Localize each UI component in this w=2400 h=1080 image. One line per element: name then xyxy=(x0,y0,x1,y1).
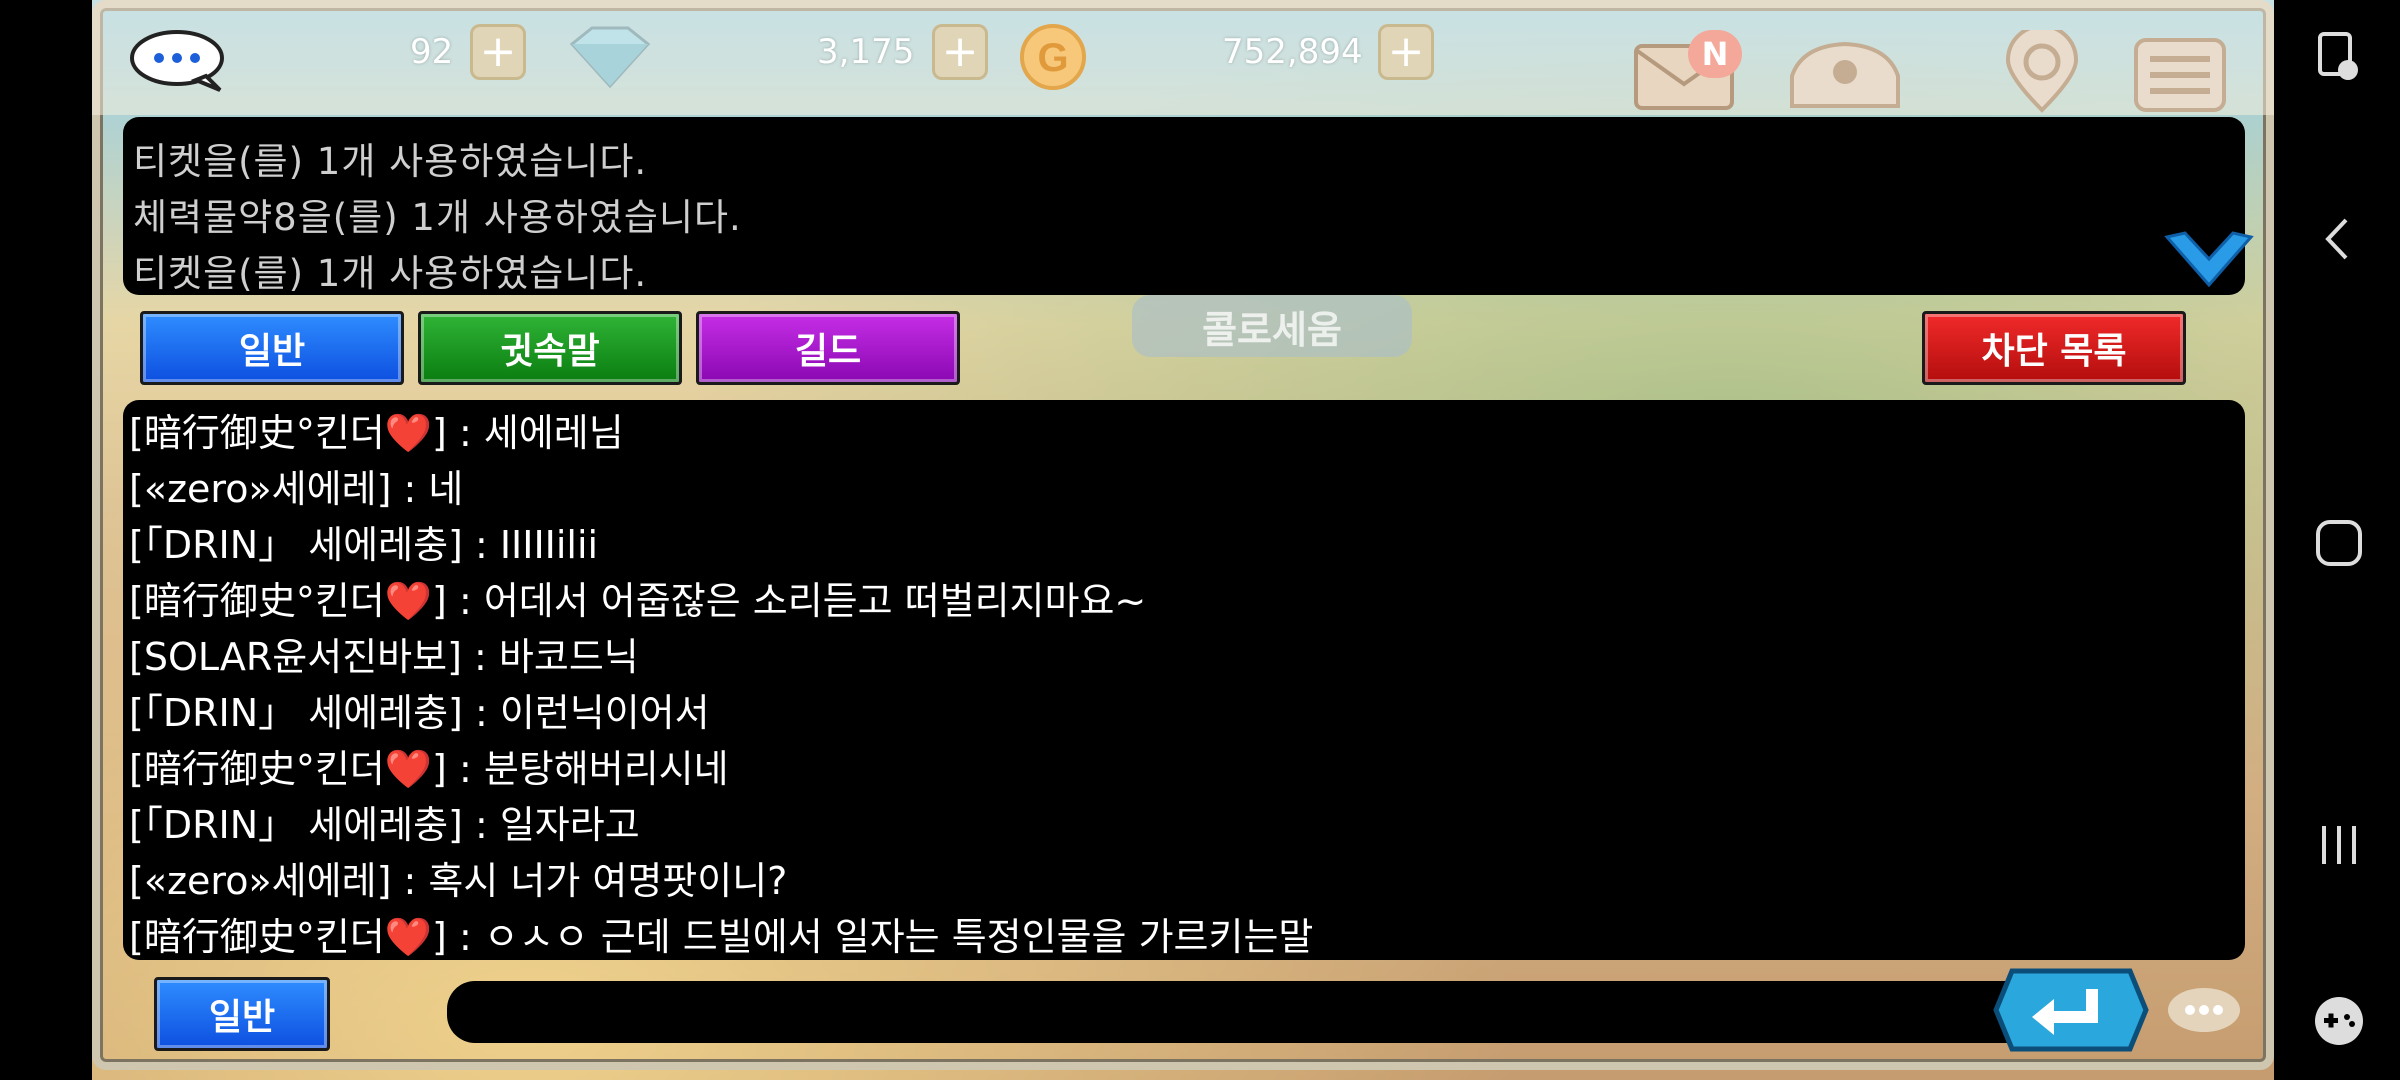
chat-input[interactable] xyxy=(447,981,2137,1043)
chat-sender[interactable]: [「DRIN」 세에레충] xyxy=(129,691,463,735)
chat-sender[interactable]: [«zero»세에레] xyxy=(129,859,391,903)
chat-message: [«zero»세에레] : 네 xyxy=(129,458,463,513)
system-message: 티켓을(를) 1개 사용하였습니다. xyxy=(133,140,648,183)
menu-icon[interactable] xyxy=(2132,36,2228,114)
chat-log[interactable]: [暗行御史°킨더❤️] : 세에레님 [«zero»세에레] : 네 [「DRI… xyxy=(123,400,2245,960)
map-icon[interactable] xyxy=(1994,30,2090,114)
chat-message: [暗行御史°킨더❤️] : ㅇㅅㅇ 근데 드빌에서 일자는 특정인물을 가르키는… xyxy=(129,906,1313,961)
chat-sender[interactable]: [「DRIN」 세에레충] xyxy=(129,523,463,567)
system-message: 티켓을(를) 1개 사용하였습니다. xyxy=(133,252,648,295)
tab-guild[interactable]: 길드 xyxy=(696,311,960,385)
chat-sender[interactable]: [暗行御史°킨더❤️] xyxy=(129,747,447,791)
back-icon[interactable] xyxy=(2312,212,2366,266)
game-screen: 92 + 3,175 + G 752,894 + N 티켓을(를) 1개 사용하… xyxy=(92,0,2274,1080)
chat-mode-button[interactable]: 일반 xyxy=(154,977,330,1051)
chat-text: : 혹시 너가 여명팟이니? xyxy=(391,859,788,903)
add-hearts-button[interactable]: + xyxy=(470,24,526,80)
system-navigation-bar xyxy=(2274,0,2400,1080)
hearts-count: 92 xyxy=(410,32,454,72)
chat-message: [暗行御史°킨더❤️] : 분탕해버리시네 xyxy=(129,738,729,793)
chat-message: [«zero»세에레] : 혹시 너가 여명팟이니? xyxy=(129,850,787,905)
gold-coin-icon: G xyxy=(1020,24,1086,90)
block-list-button[interactable]: 차단 목록 xyxy=(1922,311,2186,385)
chat-text: : ㅇㅅㅇ 근데 드빌에서 일자는 특정인물을 가르키는말 xyxy=(446,915,1314,959)
shop-icon[interactable] xyxy=(1782,36,1908,112)
chat-sender[interactable]: [暗行御史°킨더❤️] xyxy=(129,411,447,455)
tab-whisper[interactable]: 귓속말 xyxy=(418,311,682,385)
svg-text:G: G xyxy=(1037,36,1068,80)
chat-text: : 바코드닉 xyxy=(461,635,639,679)
chat-sender[interactable]: [暗行御史°킨더❤️] xyxy=(129,579,447,623)
chat-text: : 어데서 어줍잖은 소리듣고 떠벌리지마요~ xyxy=(446,579,1147,623)
chat-message: [暗行御史°킨더❤️] : 어데서 어줍잖은 소리듣고 떠벌리지마요~ xyxy=(129,570,1146,625)
chat-message: [暗行御史°킨더❤️] : 세에레님 xyxy=(129,402,624,457)
chat-message: [SOLAR윤서진바보] : 바코드닉 xyxy=(129,626,639,681)
chat-message: [「DRIN」 세에레충] : 이런닉이어서 xyxy=(129,682,710,737)
chat-sender[interactable]: [暗行御史°킨더❤️] xyxy=(129,915,447,959)
chat-message: [「DRIN」 세에레충] : IIIIIilii xyxy=(129,514,598,569)
system-message: 체력물약8을(를) 1개 사용하였습니다. xyxy=(133,196,742,239)
chat-text: : 네 xyxy=(391,467,464,511)
chevron-down-icon[interactable] xyxy=(2163,229,2255,289)
chat-sender[interactable]: [SOLAR윤서진바보] xyxy=(129,635,462,679)
send-enter-button[interactable] xyxy=(1992,965,2150,1055)
chat-message: [「DRIN」 세에레충] : 일자라고 xyxy=(129,794,640,849)
chat-sender[interactable]: [«zero»세에레] xyxy=(129,467,391,511)
gem-icon xyxy=(569,26,651,89)
game-tools-icon[interactable] xyxy=(2312,994,2366,1048)
chat-text: : 이런닉이어서 xyxy=(462,691,710,735)
chat-text: : IIIIIilii xyxy=(462,523,599,567)
tab-general[interactable]: 일반 xyxy=(140,311,404,385)
chat-bubble-icon xyxy=(2168,988,2240,1032)
mail-new-badge: N xyxy=(1688,30,1742,78)
colosseum-sign: 콜로세움 xyxy=(1132,295,1412,357)
gold-count: 752,894 xyxy=(1222,32,1363,72)
add-gold-button[interactable]: + xyxy=(1378,24,1434,80)
add-gems-button[interactable]: + xyxy=(932,24,988,80)
chat-text: : 분탕해버리시네 xyxy=(446,747,729,791)
gems-count: 3,175 xyxy=(817,32,915,72)
screen-lock-icon[interactable] xyxy=(2312,30,2366,84)
chat-bubble-icon[interactable] xyxy=(128,28,226,92)
system-message-log[interactable]: 티켓을(를) 1개 사용하였습니다. 체력물약8을(를) 1개 사용하였습니다.… xyxy=(123,117,2254,295)
chat-sender[interactable]: [「DRIN」 세에레충] xyxy=(129,803,463,847)
chat-text: : 세에레님 xyxy=(446,411,624,455)
recent-apps-icon[interactable] xyxy=(2312,818,2366,872)
home-icon[interactable] xyxy=(2312,516,2366,570)
top-resource-bar: 92 + 3,175 + G 752,894 + N xyxy=(92,0,2274,115)
chat-text: : 일자라고 xyxy=(462,803,640,847)
